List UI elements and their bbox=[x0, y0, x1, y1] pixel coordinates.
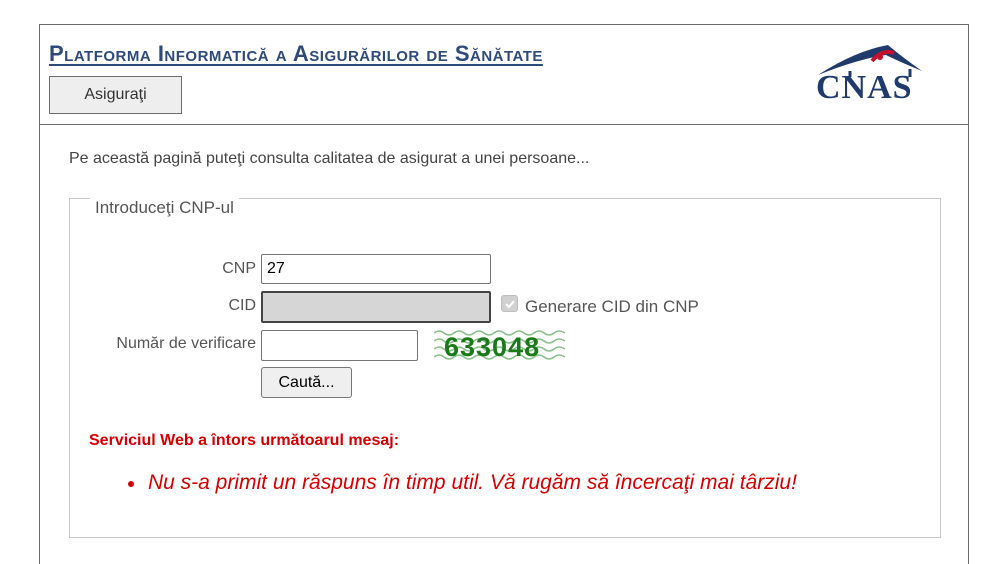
generate-cid-checkbox[interactable] bbox=[501, 295, 518, 312]
generate-cid-label: Generare CID din CNP bbox=[525, 297, 699, 316]
cnp-input[interactable] bbox=[261, 254, 491, 284]
verify-label: Număr de verificare bbox=[116, 335, 256, 352]
error-message: Nu s-a primit un răspuns în timp util. V… bbox=[124, 471, 797, 495]
captcha-text: 633048 bbox=[444, 332, 540, 362]
intro-text: Pe această pagină puteţi consulta calita… bbox=[69, 150, 590, 167]
captcha-image: 633048 bbox=[434, 329, 565, 362]
cid-label: CID bbox=[228, 297, 256, 314]
cid-input[interactable] bbox=[261, 291, 491, 323]
tab-asigurati[interactable]: Asiguraţi bbox=[49, 76, 182, 114]
check-icon bbox=[504, 299, 515, 308]
page-title: Platforma Informatică a Asigurărilor de … bbox=[49, 41, 543, 66]
cnp-label: CNP bbox=[222, 260, 256, 277]
error-message-text: Nu s-a primit un răspuns în timp util. V… bbox=[148, 471, 797, 494]
fieldset-legend: Introduceţi CNP-ul bbox=[90, 198, 239, 218]
error-title: Serviciul Web a întors următoarul mesaj: bbox=[89, 432, 400, 449]
search-button[interactable]: Caută... bbox=[261, 367, 352, 398]
cnas-logo: CNAS bbox=[810, 41, 940, 113]
page-frame: Platforma Informatică a Asigurărilor de … bbox=[39, 24, 969, 564]
header: Platforma Informatică a Asigurărilor de … bbox=[40, 25, 968, 125]
captcha-pattern: 633048 bbox=[434, 330, 565, 362]
verify-input[interactable] bbox=[261, 330, 418, 361]
logo-text: CNAS bbox=[816, 69, 913, 106]
error-list: Nu s-a primit un răspuns în timp util. V… bbox=[124, 471, 797, 495]
bullet-icon bbox=[128, 481, 134, 487]
